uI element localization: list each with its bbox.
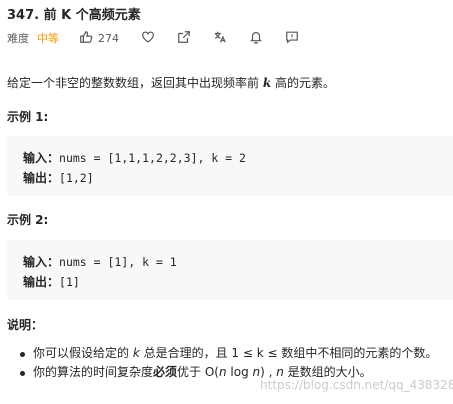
problem-title: 347. 前 K 个高频元素 — [7, 8, 141, 23]
note-2-text-d: ) , — [260, 365, 277, 379]
note-2-text-a: 你的算法的时间复杂度 — [33, 365, 154, 379]
bell-icon — [249, 30, 263, 47]
notes-item-1: 你可以假设给定的 k 总是合理的，且 1 ≤ k ≤ 数组中不相同的元素的个数。 — [18, 345, 448, 362]
heart-icon — [141, 30, 155, 47]
feedback-icon — [285, 30, 299, 47]
description-k: k — [262, 76, 272, 90]
example-1-output-value: [1,2] — [59, 171, 94, 185]
example-2-output-value: [1] — [59, 275, 80, 289]
feedback-button[interactable] — [285, 30, 299, 47]
example-2-output-line: 输出：[1] — [23, 273, 80, 290]
favorite-button[interactable] — [141, 30, 155, 47]
example-2-output-label: 输出： — [23, 275, 60, 289]
notify-button[interactable] — [249, 30, 263, 47]
difficulty-value: 中等 — [37, 32, 59, 45]
note-1-k: k — [132, 346, 140, 360]
note-2-text-c: log — [226, 365, 253, 379]
description-text-pre: 给定一个非空的整数数组，返回其中出现频率前 — [7, 76, 263, 90]
note-2-n1: n — [218, 365, 227, 379]
share-button[interactable] — [177, 30, 191, 47]
share-icon — [177, 30, 191, 47]
example-1-code-block: 输入：nums = [1,1,1,2,2,3], k = 2 输出：[1,2] — [7, 136, 453, 196]
note-2-n2: n — [252, 365, 261, 379]
example-1-heading: 示例 1: — [7, 110, 49, 124]
like-button[interactable]: 274 — [79, 30, 119, 47]
example-2-input-line: 输入：nums = [1], k = 1 — [23, 253, 177, 270]
example-2-heading: 示例 2: — [7, 213, 49, 227]
example-2-input-label: 输入： — [23, 255, 60, 269]
notes-list: 你可以假设给定的 k 总是合理的，且 1 ≤ k ≤ 数组中不相同的元素的个数。… — [18, 345, 448, 381]
problem-meta-bar: 难度 中等 274 — [7, 28, 321, 48]
like-count: 274 — [98, 31, 119, 45]
note-2-must: 必须 — [153, 365, 178, 379]
description-text-post: 高的元素。 — [271, 76, 335, 90]
example-1-output-label: 输出： — [23, 171, 60, 185]
problem-description: 给定一个非空的整数数组，返回其中出现频率前 k 高的元素。 — [7, 74, 335, 91]
example-1-input-line: 输入：nums = [1,1,1,2,2,3], k = 2 — [23, 149, 246, 166]
note-1-text-a: 你可以假设给定的 — [33, 346, 133, 360]
translate-button[interactable] — [213, 30, 227, 47]
note-2-n3: n — [276, 365, 284, 379]
difficulty-label: 难度 — [7, 32, 29, 45]
translate-icon — [213, 30, 227, 47]
watermark: https://blog.csdn.net/qq_43832867 — [260, 378, 453, 392]
example-2-code-block: 输入：nums = [1], k = 1 输出：[1] — [7, 240, 453, 300]
notes-heading: 说明： — [7, 318, 44, 332]
thumbs-up-icon — [79, 30, 93, 47]
example-1-input-label: 输入： — [23, 151, 60, 165]
example-2-input-value: nums = [1], k = 1 — [59, 255, 177, 269]
note-2-text-b: 优于 O( — [177, 365, 219, 379]
note-2-text-e: 是数组的大小。 — [283, 365, 372, 379]
example-1-input-value: nums = [1,1,1,2,2,3], k = 2 — [59, 151, 246, 165]
note-1-text-b: 总是合理的，且 1 ≤ k ≤ 数组中不相同的元素的个数。 — [139, 346, 438, 360]
example-1-output-line: 输出：[1,2] — [23, 169, 94, 186]
